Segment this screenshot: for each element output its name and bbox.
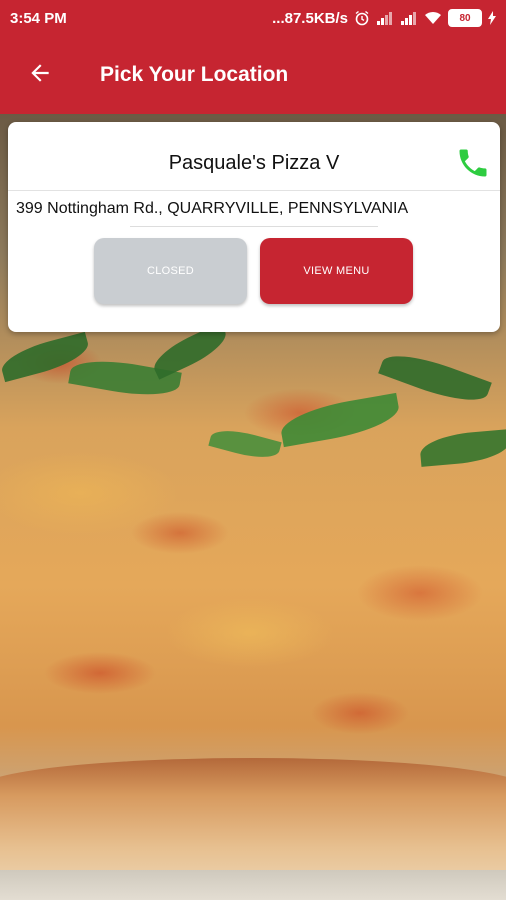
- page-title: Pick Your Location: [100, 63, 289, 86]
- closed-status-button[interactable]: CLOSED: [94, 238, 247, 304]
- view-menu-button[interactable]: VIEW MENU: [260, 238, 413, 304]
- location-card: Pasquale's Pizza V 399 Nottingham Rd., Q…: [8, 122, 500, 332]
- status-time: 3:54 PM: [10, 9, 67, 27]
- app-bar: Pick Your Location: [0, 36, 506, 114]
- battery-icon: 80: [448, 9, 482, 27]
- store-address: 399 Nottingham Rd., QUARRYVILLE, PENNSYL…: [16, 200, 409, 217]
- status-icons: ...87.5KB/s 80: [272, 9, 496, 27]
- address-underline: [130, 226, 378, 227]
- arugula-decoration: [0, 322, 506, 483]
- network-speed: ...87.5KB/s: [272, 9, 348, 27]
- arrow-left-icon: [27, 60, 53, 91]
- store-name: Pasquale's Pizza V: [168, 152, 340, 174]
- status-bar: 3:54 PM ...87.5KB/s 80: [0, 0, 506, 36]
- charging-icon: [488, 11, 496, 25]
- plate: [0, 870, 506, 900]
- wifi-icon: [424, 11, 442, 25]
- phone-icon: [455, 145, 491, 186]
- signal-icon: [376, 11, 394, 25]
- signal-icon: [400, 11, 418, 25]
- back-button[interactable]: [10, 45, 70, 105]
- battery-level: 80: [459, 12, 471, 24]
- alarm-icon: [354, 10, 370, 26]
- call-button[interactable]: [454, 146, 492, 184]
- card-divider: [8, 190, 500, 191]
- screen: 3:54 PM ...87.5KB/s 80 Pick Your Locatio…: [0, 0, 506, 900]
